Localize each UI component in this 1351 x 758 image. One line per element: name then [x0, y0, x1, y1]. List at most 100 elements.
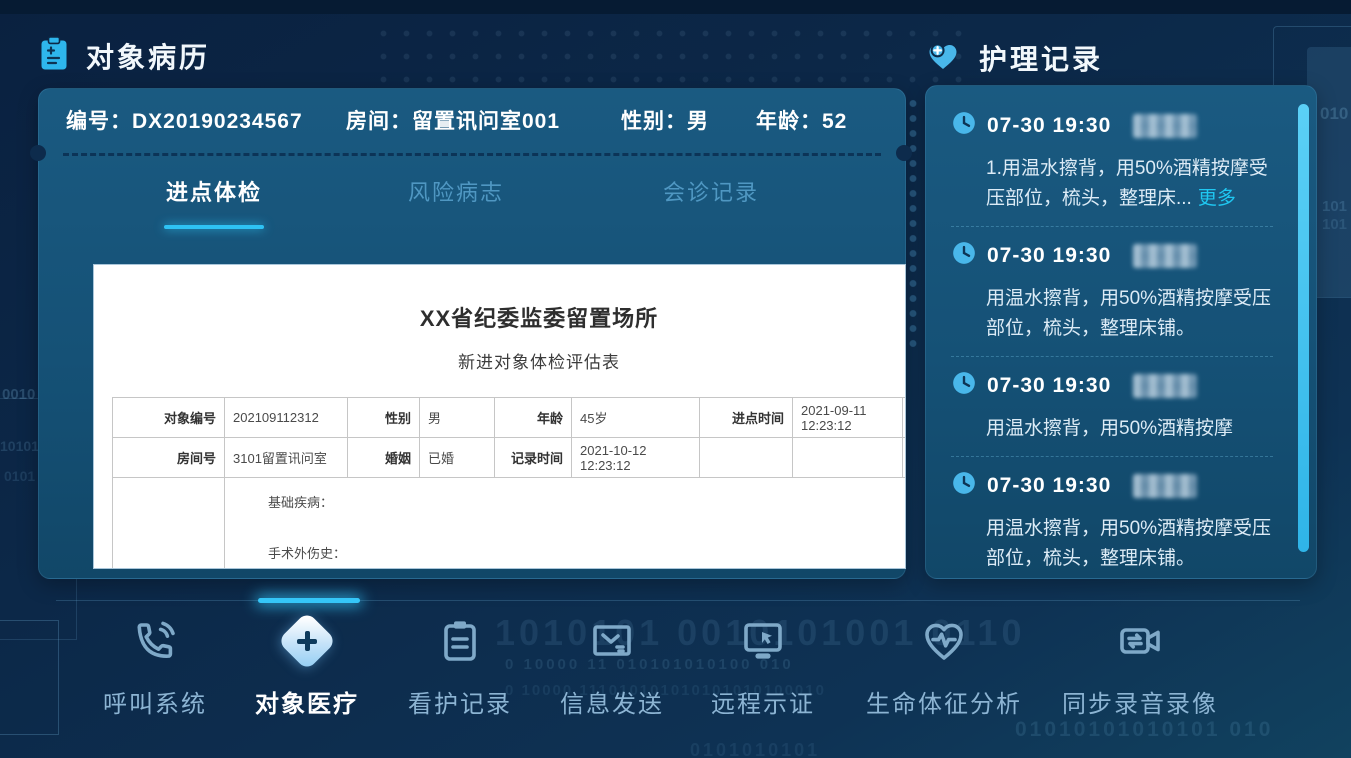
table-row: 房间号 3101留置讯问室 婚姻 已婚 记录时间 2021-10-12 12:2… [113, 438, 907, 478]
document-org-title: XX省纪委监委留置场所 [94, 301, 906, 333]
record-time: 07-30 19:30 [987, 114, 1111, 138]
nursing-record-panel: 07-30 19:30 1.用温水擦背，用50%酒精按摩受压部位，梳头，整理床.… [925, 85, 1317, 579]
cell-label: 婚姻 [348, 438, 420, 478]
table-row: 对象编号 202109112312 性别 男 年龄 45岁 进点时间 2021-… [113, 398, 907, 438]
medical-cross-icon [255, 614, 359, 668]
table-row: 基础疾病： 手术外伤史： [113, 478, 907, 570]
nav-item-call-system[interactable]: 呼叫系统 [103, 614, 207, 719]
exam-assessment-document: XX省纪委监委留置场所 新进对象体检评估表 对象编号 202109112312 … [93, 264, 906, 569]
binary-decor: 101 [1322, 198, 1347, 215]
nav-label: 同步录音录像 [1062, 684, 1218, 719]
nav-label: 生命体征分析 [866, 684, 1022, 719]
dot-grid-decor [372, 22, 972, 98]
record-text: 用温水擦背，用50%酒精按摩受压部位，梳头，整理床铺。 [986, 514, 1278, 574]
cell-empty [903, 398, 907, 438]
redacted-caregiver-name [1133, 244, 1197, 268]
list-item: 07-30 19:30 用温水擦背，用50%酒精按摩 [951, 370, 1273, 457]
clipboard-medical-icon [40, 36, 68, 76]
record-time: 07-30 19:30 [987, 474, 1111, 498]
active-nav-indicator [258, 598, 360, 603]
section-title-nursing-record: 护理记录 [979, 38, 1103, 78]
redacted-caregiver-name [1133, 374, 1197, 398]
cell-value: 202109112312 [225, 398, 348, 438]
cell-label: 进点时间 [700, 398, 793, 438]
subject-id: 编号：DX20190234567 [66, 105, 346, 135]
subject-gender: 性别：男 [621, 105, 756, 135]
nav-label: 呼叫系统 [103, 684, 207, 719]
nav-item-subject-medical[interactable]: 对象医疗 [255, 614, 359, 719]
redacted-caregiver-name [1133, 114, 1197, 138]
section-title-medical-record: 对象病历 [86, 36, 210, 76]
subject-room: 房间：留置讯问室001 [346, 105, 621, 135]
surgery-history-label: 手术外伤史： [268, 543, 906, 562]
record-text: 用温水擦背，用50%酒精按摩 [986, 414, 1278, 444]
tab-entry-physical-exam[interactable]: 进点体检 [166, 175, 262, 207]
exam-info-table: 对象编号 202109112312 性别 男 年龄 45岁 进点时间 2021-… [112, 397, 906, 569]
medical-record-header: 对象病历 [40, 36, 210, 76]
nav-item-sync-recording[interactable]: 同步录音录像 [1062, 614, 1218, 719]
message-send-icon [560, 614, 664, 668]
list-item: 07-30 19:30 1.用温水擦背，用50%酒精按摩受压部位，梳头，整理床.… [951, 110, 1273, 227]
list-item: 07-30 19:30 用温水擦背，用50%酒精按摩受压部位，梳头，整理床铺。 [951, 240, 1273, 357]
more-link[interactable]: 更多 [1198, 188, 1236, 209]
nav-label: 远程示证 [711, 684, 815, 719]
cell-value: 已婚 [420, 438, 495, 478]
redacted-caregiver-name [1133, 474, 1197, 498]
binary-decor: 0101010101 [690, 740, 820, 758]
tab-risk-log[interactable]: 风险病志 [408, 175, 504, 207]
heart-ecg-icon [866, 614, 1022, 668]
clock-icon [951, 240, 977, 271]
cell-label [700, 438, 793, 478]
phone-call-icon [103, 614, 207, 668]
medical-record-panel: 编号：DX20190234567 房间：留置讯问室001 性别：男 年龄：52 … [38, 88, 906, 579]
panel-notch-left [30, 145, 46, 161]
binary-decor: 101 [1322, 216, 1347, 233]
cell-value: 2021-10-12 12:23:12 [572, 438, 700, 478]
clock-icon [951, 370, 977, 401]
nav-item-care-records[interactable]: 看护记录 [408, 614, 512, 719]
record-time: 07-30 19:30 [987, 374, 1111, 398]
list-item: 07-30 19:30 用温水擦背，用50%酒精按摩受压部位，梳头，整理床铺。 [951, 470, 1273, 579]
nursing-record-list: 07-30 19:30 1.用温水擦背，用50%酒精按摩受压部位，梳头，整理床.… [951, 110, 1273, 579]
record-text: 1.用温水擦背，用50%酒精按摩受压部位，梳头，整理床...更多 [986, 154, 1278, 214]
clock-icon [951, 470, 977, 501]
subject-info-bar: 编号：DX20190234567 房间：留置讯问室001 性别：男 年龄：52 [66, 105, 881, 135]
panel-notch-right [896, 145, 912, 161]
cell-value: 3101留置讯问室 [225, 438, 348, 478]
cell-label: 房间号 [113, 438, 225, 478]
binary-decor: 0010 [2, 386, 35, 403]
binary-decor: 010 [1320, 104, 1348, 124]
rect-outline-decor [0, 620, 59, 735]
heart-plus-icon [925, 39, 961, 77]
nav-label: 看护记录 [408, 684, 512, 719]
nav-label: 对象医疗 [255, 684, 359, 719]
record-time: 07-30 19:30 [987, 244, 1111, 268]
nav-item-vital-signs[interactable]: 生命体征分析 [866, 614, 1022, 719]
top-strip [0, 0, 1351, 14]
nav-item-message-send[interactable]: 信息发送 [560, 614, 664, 719]
dot-column-decor [903, 96, 923, 348]
detention-medical-dashboard: 1010101 0010101001 0110 0 10000 11 01010… [0, 0, 1351, 758]
cell-empty [113, 478, 225, 570]
tab-consultation-records[interactable]: 会诊记录 [663, 175, 759, 207]
clock-icon [951, 110, 977, 141]
dashed-divider [63, 153, 881, 156]
nav-label: 信息发送 [560, 684, 664, 719]
cell-value: 男 [420, 398, 495, 438]
cell-value: 45岁 [572, 398, 700, 438]
cell-label: 年龄 [495, 398, 572, 438]
scrollbar-thumb[interactable] [1298, 104, 1309, 552]
active-tab-underline [164, 225, 264, 229]
cell-value: 2021-09-11 12:23:12 [793, 398, 903, 438]
binary-decor: 10101 [0, 438, 39, 454]
subject-age: 年龄：52 [756, 105, 847, 135]
remote-monitor-icon [711, 614, 815, 668]
binary-decor: 0101 [4, 468, 35, 484]
video-camera-icon [1062, 614, 1218, 668]
document-form-title: 新进对象体检评估表 [94, 348, 906, 373]
nursing-record-header: 护理记录 [925, 38, 1103, 78]
nav-divider-line [56, 600, 1300, 601]
binary-decor: 01010101010101 010 [1015, 718, 1273, 742]
nav-item-remote-evidence[interactable]: 远程示证 [711, 614, 815, 719]
cell-label: 记录时间 [495, 438, 572, 478]
